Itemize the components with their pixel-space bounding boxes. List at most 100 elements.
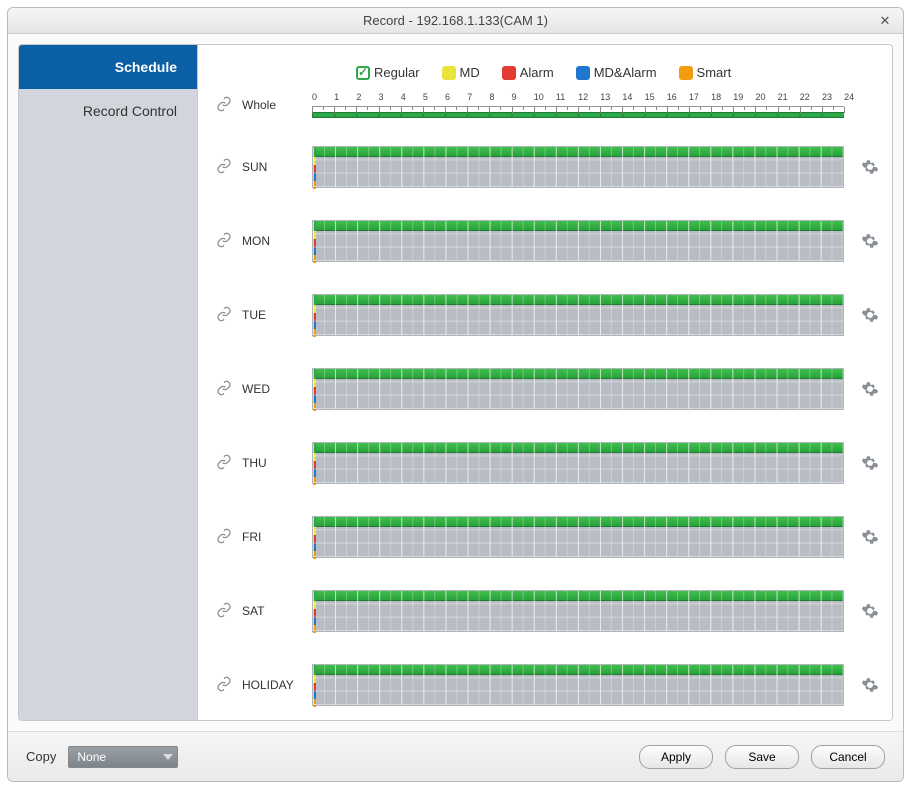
sidebar-item-label: Record Control (83, 103, 177, 119)
day-timeline[interactable] (312, 590, 844, 632)
hour-label: 14 (622, 92, 644, 106)
hour-label: 18 (711, 92, 733, 106)
legend-label: Alarm (520, 65, 554, 80)
hour-label: 16 (667, 92, 689, 106)
hour-label: 11 (556, 92, 578, 106)
schedule-row: TUE (216, 288, 882, 342)
main-panel: Regular MD Alarm MD&Alarm (198, 44, 893, 721)
bottom-toolbar: Copy None Apply Save Cancel (8, 731, 903, 781)
legend-smart[interactable]: Smart (679, 65, 732, 80)
day-timeline[interactable] (312, 294, 844, 336)
legend-label: Regular (374, 65, 420, 80)
hour-label: 5 (423, 92, 445, 106)
day-timeline[interactable] (312, 220, 844, 262)
day-timeline[interactable] (312, 442, 844, 484)
hour-label: 20 (755, 92, 777, 106)
hour-scale: 0123456789101112131415161718192021222324 (312, 92, 844, 106)
schedule-row: FRI (216, 510, 882, 564)
day-timeline[interactable] (312, 516, 844, 558)
hour-label: 15 (645, 92, 667, 106)
legend-md-alarm[interactable]: MD&Alarm (576, 65, 657, 80)
schedule-row-whole: Whole 01 23 456789101112131415161718192021… (216, 90, 882, 120)
sidebar-item-record-control[interactable]: Record Control (19, 89, 197, 133)
day-label: FRI (242, 530, 312, 544)
checkbox-icon (356, 66, 370, 80)
window-title: Record - 192.168.1.133(CAM 1) (363, 13, 548, 28)
link-icon[interactable] (216, 602, 232, 621)
schedule-row: MON (216, 214, 882, 268)
sidebar-item-label: Schedule (115, 59, 177, 75)
swatch-icon (576, 66, 590, 80)
gear-icon[interactable] (858, 528, 882, 546)
link-icon[interactable] (216, 306, 232, 325)
day-timeline[interactable] (312, 664, 844, 706)
window-titlebar: Record - 192.168.1.133(CAM 1) ✕ (8, 8, 903, 34)
day-label: HOLIDAY (242, 678, 312, 692)
gear-icon[interactable] (858, 158, 882, 176)
day-label: TUE (242, 308, 312, 322)
hour-label: 8 (489, 92, 511, 106)
apply-button[interactable]: Apply (639, 745, 713, 769)
hour-label: 1 (334, 92, 356, 106)
link-icon[interactable] (216, 528, 232, 547)
hour-label: 12 (578, 92, 600, 106)
link-icon[interactable] (216, 158, 232, 177)
gear-icon[interactable] (858, 232, 882, 250)
schedule-row: THU (216, 436, 882, 490)
copy-select[interactable]: None (68, 746, 178, 768)
day-label: SUN (242, 160, 312, 174)
swatch-icon (679, 66, 693, 80)
link-icon[interactable] (216, 676, 232, 695)
copy-label: Copy (26, 749, 56, 764)
sidebar-item-schedule[interactable]: Schedule (19, 45, 197, 89)
gear-icon[interactable] (858, 676, 882, 694)
legend-md[interactable]: MD (442, 65, 480, 80)
schedule-row: SAT (216, 584, 882, 638)
legend-alarm[interactable]: Alarm (502, 65, 554, 80)
schedule-row: HOLIDAY (216, 658, 882, 712)
hour-label: 0 (312, 92, 334, 106)
link-icon[interactable] (216, 96, 232, 115)
legend-label: Smart (697, 65, 732, 80)
day-timeline[interactable] (312, 368, 844, 410)
day-label: WED (242, 382, 312, 396)
legend-label: MD&Alarm (594, 65, 657, 80)
gear-icon[interactable] (858, 602, 882, 620)
hour-ticks (312, 106, 844, 112)
day-label: MON (242, 234, 312, 248)
hour-label: 13 (600, 92, 622, 106)
save-button[interactable]: Save (725, 745, 799, 769)
swatch-icon (442, 66, 456, 80)
schedule-row: SUN (216, 140, 882, 194)
hour-label: 6 (445, 92, 467, 106)
schedule-row: WED (216, 362, 882, 416)
hour-label: 21 (778, 92, 800, 106)
close-icon[interactable]: ✕ (875, 8, 895, 34)
day-timeline[interactable] (312, 146, 844, 188)
gear-icon[interactable] (858, 454, 882, 472)
hour-label: 10 (534, 92, 556, 106)
cancel-button[interactable]: Cancel (811, 745, 885, 769)
gear-icon[interactable] (858, 380, 882, 398)
hour-label: 3 (379, 92, 401, 106)
hour-label: 17 (689, 92, 711, 106)
hour-label: 4 (401, 92, 423, 106)
swatch-icon (502, 66, 516, 80)
hour-label: 23 (822, 92, 844, 106)
link-icon[interactable] (216, 380, 232, 399)
gear-icon[interactable] (858, 306, 882, 324)
day-label: Whole (242, 98, 312, 112)
hour-label: 9 (512, 92, 534, 106)
hour-label: 7 (467, 92, 489, 106)
hour-label: 22 (800, 92, 822, 106)
day-label: THU (242, 456, 312, 470)
record-type-legend: Regular MD Alarm MD&Alarm (356, 65, 882, 80)
link-icon[interactable] (216, 232, 232, 251)
link-icon[interactable] (216, 454, 232, 473)
copy-select-value: None (77, 750, 106, 764)
legend-label: MD (460, 65, 480, 80)
hour-label: 19 (733, 92, 755, 106)
sidebar: Schedule Record Control (18, 44, 198, 721)
day-label: SAT (242, 604, 312, 618)
legend-regular[interactable]: Regular (356, 65, 420, 80)
